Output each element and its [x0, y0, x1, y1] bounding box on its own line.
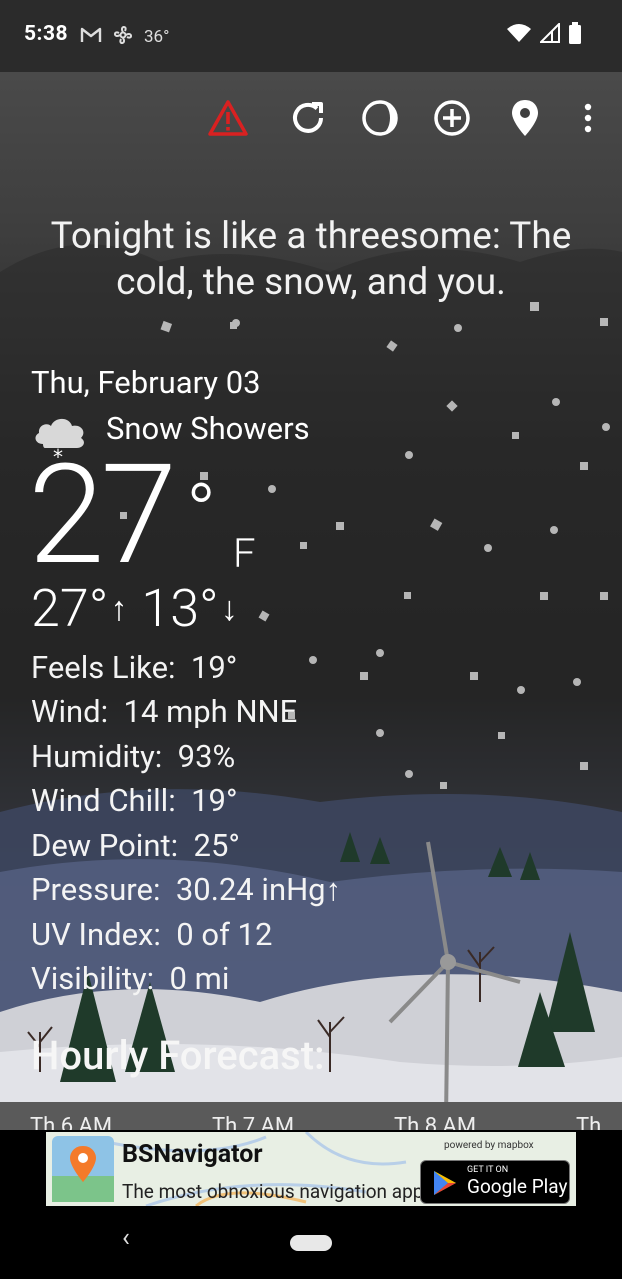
status-time: 5:38 [24, 22, 69, 46]
wifi-icon [506, 23, 532, 47]
ad-subtitle: The most obnoxious navigation app. [122, 1180, 429, 1203]
store-big-text: Google Play [467, 1175, 568, 1198]
back-icon[interactable]: ‹ [122, 1223, 130, 1253]
hourly-item[interactable]: Th [576, 1114, 601, 1130]
detail-label: Humidity: [31, 738, 163, 775]
toolbar [0, 72, 622, 160]
detail-visibility: Visibility: 0 mi [31, 961, 229, 997]
detail-value: 0 mi [169, 960, 230, 997]
ad-bar: BSNavigator The most obnoxious navigatio… [0, 1130, 622, 1209]
gmail-icon [80, 26, 102, 48]
detail-pressure: Pressure: 30.24 inHg↑ [31, 872, 341, 908]
status-temperature: 36° [144, 27, 170, 47]
detail-value: 19° [191, 782, 238, 819]
hourly-item[interactable]: Th 6 AM [30, 1114, 112, 1130]
detail-label: UV Index: [31, 916, 161, 953]
weather-scene[interactable]: Tonight is like a threesome: The cold, t… [0, 72, 622, 1130]
low-temp: 13° [141, 578, 219, 639]
ad-banner[interactable]: BSNavigator The most obnoxious navigatio… [46, 1132, 576, 1206]
detail-dew-point: Dew Point: 25° [31, 828, 240, 864]
degree-symbol: ° [186, 466, 217, 560]
detail-label: Wind: [31, 693, 109, 730]
detail-label: Feels Like: [31, 649, 176, 686]
temperature-unit: F [233, 530, 256, 577]
detail-value: 14 mph NNE [123, 693, 298, 730]
high-temp: 27° [31, 578, 109, 639]
status-bar: 5:38 36° [0, 0, 622, 72]
down-arrow-icon: ↓ [220, 588, 238, 629]
store-small-text: GET IT ON [467, 1165, 509, 1175]
detail-label: Dew Point: [31, 827, 179, 864]
signal-icon [538, 21, 560, 47]
ad-app-logo [52, 1136, 114, 1206]
high-low-temps: 27° ↑ 13° ↓ [31, 578, 252, 639]
ad-powered-by: powered by mapbox [444, 1140, 534, 1151]
weather-quote: Tonight is like a threesome: The cold, t… [50, 215, 572, 304]
ad-title: BSNavigator [122, 1140, 263, 1169]
detail-label: Pressure: [31, 871, 161, 908]
hourly-item[interactable]: Th 7 AM [212, 1114, 294, 1130]
more-vert-icon[interactable] [566, 96, 610, 140]
google-play-button[interactable]: GET IT ON Google Play [420, 1160, 570, 1204]
detail-label: Wind Chill: [31, 782, 176, 819]
system-nav-bar: ‹ [0, 1209, 622, 1279]
hourly-forecast-strip[interactable]: Th 6 AM Th 7 AM Th 8 AM Th [0, 1102, 622, 1130]
detail-humidity: Humidity: 93% [31, 739, 235, 775]
detail-value: 0 of 12 [176, 916, 273, 953]
up-arrow-icon: ↑ [110, 588, 128, 629]
detail-label: Visibility: [31, 960, 155, 997]
detail-wind: Wind: 14 mph NNE [31, 694, 297, 730]
play-store-icon [431, 1169, 459, 1201]
detail-value: 19° [190, 649, 238, 686]
detail-uv-index: UV Index: 0 of 12 [31, 917, 272, 953]
add-location-icon[interactable] [430, 96, 474, 140]
detail-wind-chill: Wind Chill: 19° [31, 783, 238, 819]
refresh-icon[interactable] [286, 96, 330, 140]
alert-icon[interactable] [206, 96, 250, 140]
theme-icon[interactable] [358, 96, 402, 140]
location-pin-icon[interactable] [503, 96, 547, 140]
detail-value: 93% [177, 738, 236, 775]
fan-icon [112, 24, 134, 50]
home-pill[interactable] [290, 1235, 332, 1251]
detail-value: 25° [193, 827, 240, 864]
detail-feels-like: Feels Like: 19° [31, 650, 237, 686]
detail-value: 30.24 inHg↑ [175, 871, 342, 908]
current-temperature: 27 [28, 434, 177, 596]
battery-icon [568, 22, 582, 48]
forecast-date: Thu, February 03 [31, 364, 261, 401]
hourly-forecast-title: Hourly Forecast: [31, 1032, 325, 1079]
hourly-item[interactable]: Th 8 AM [394, 1114, 476, 1130]
